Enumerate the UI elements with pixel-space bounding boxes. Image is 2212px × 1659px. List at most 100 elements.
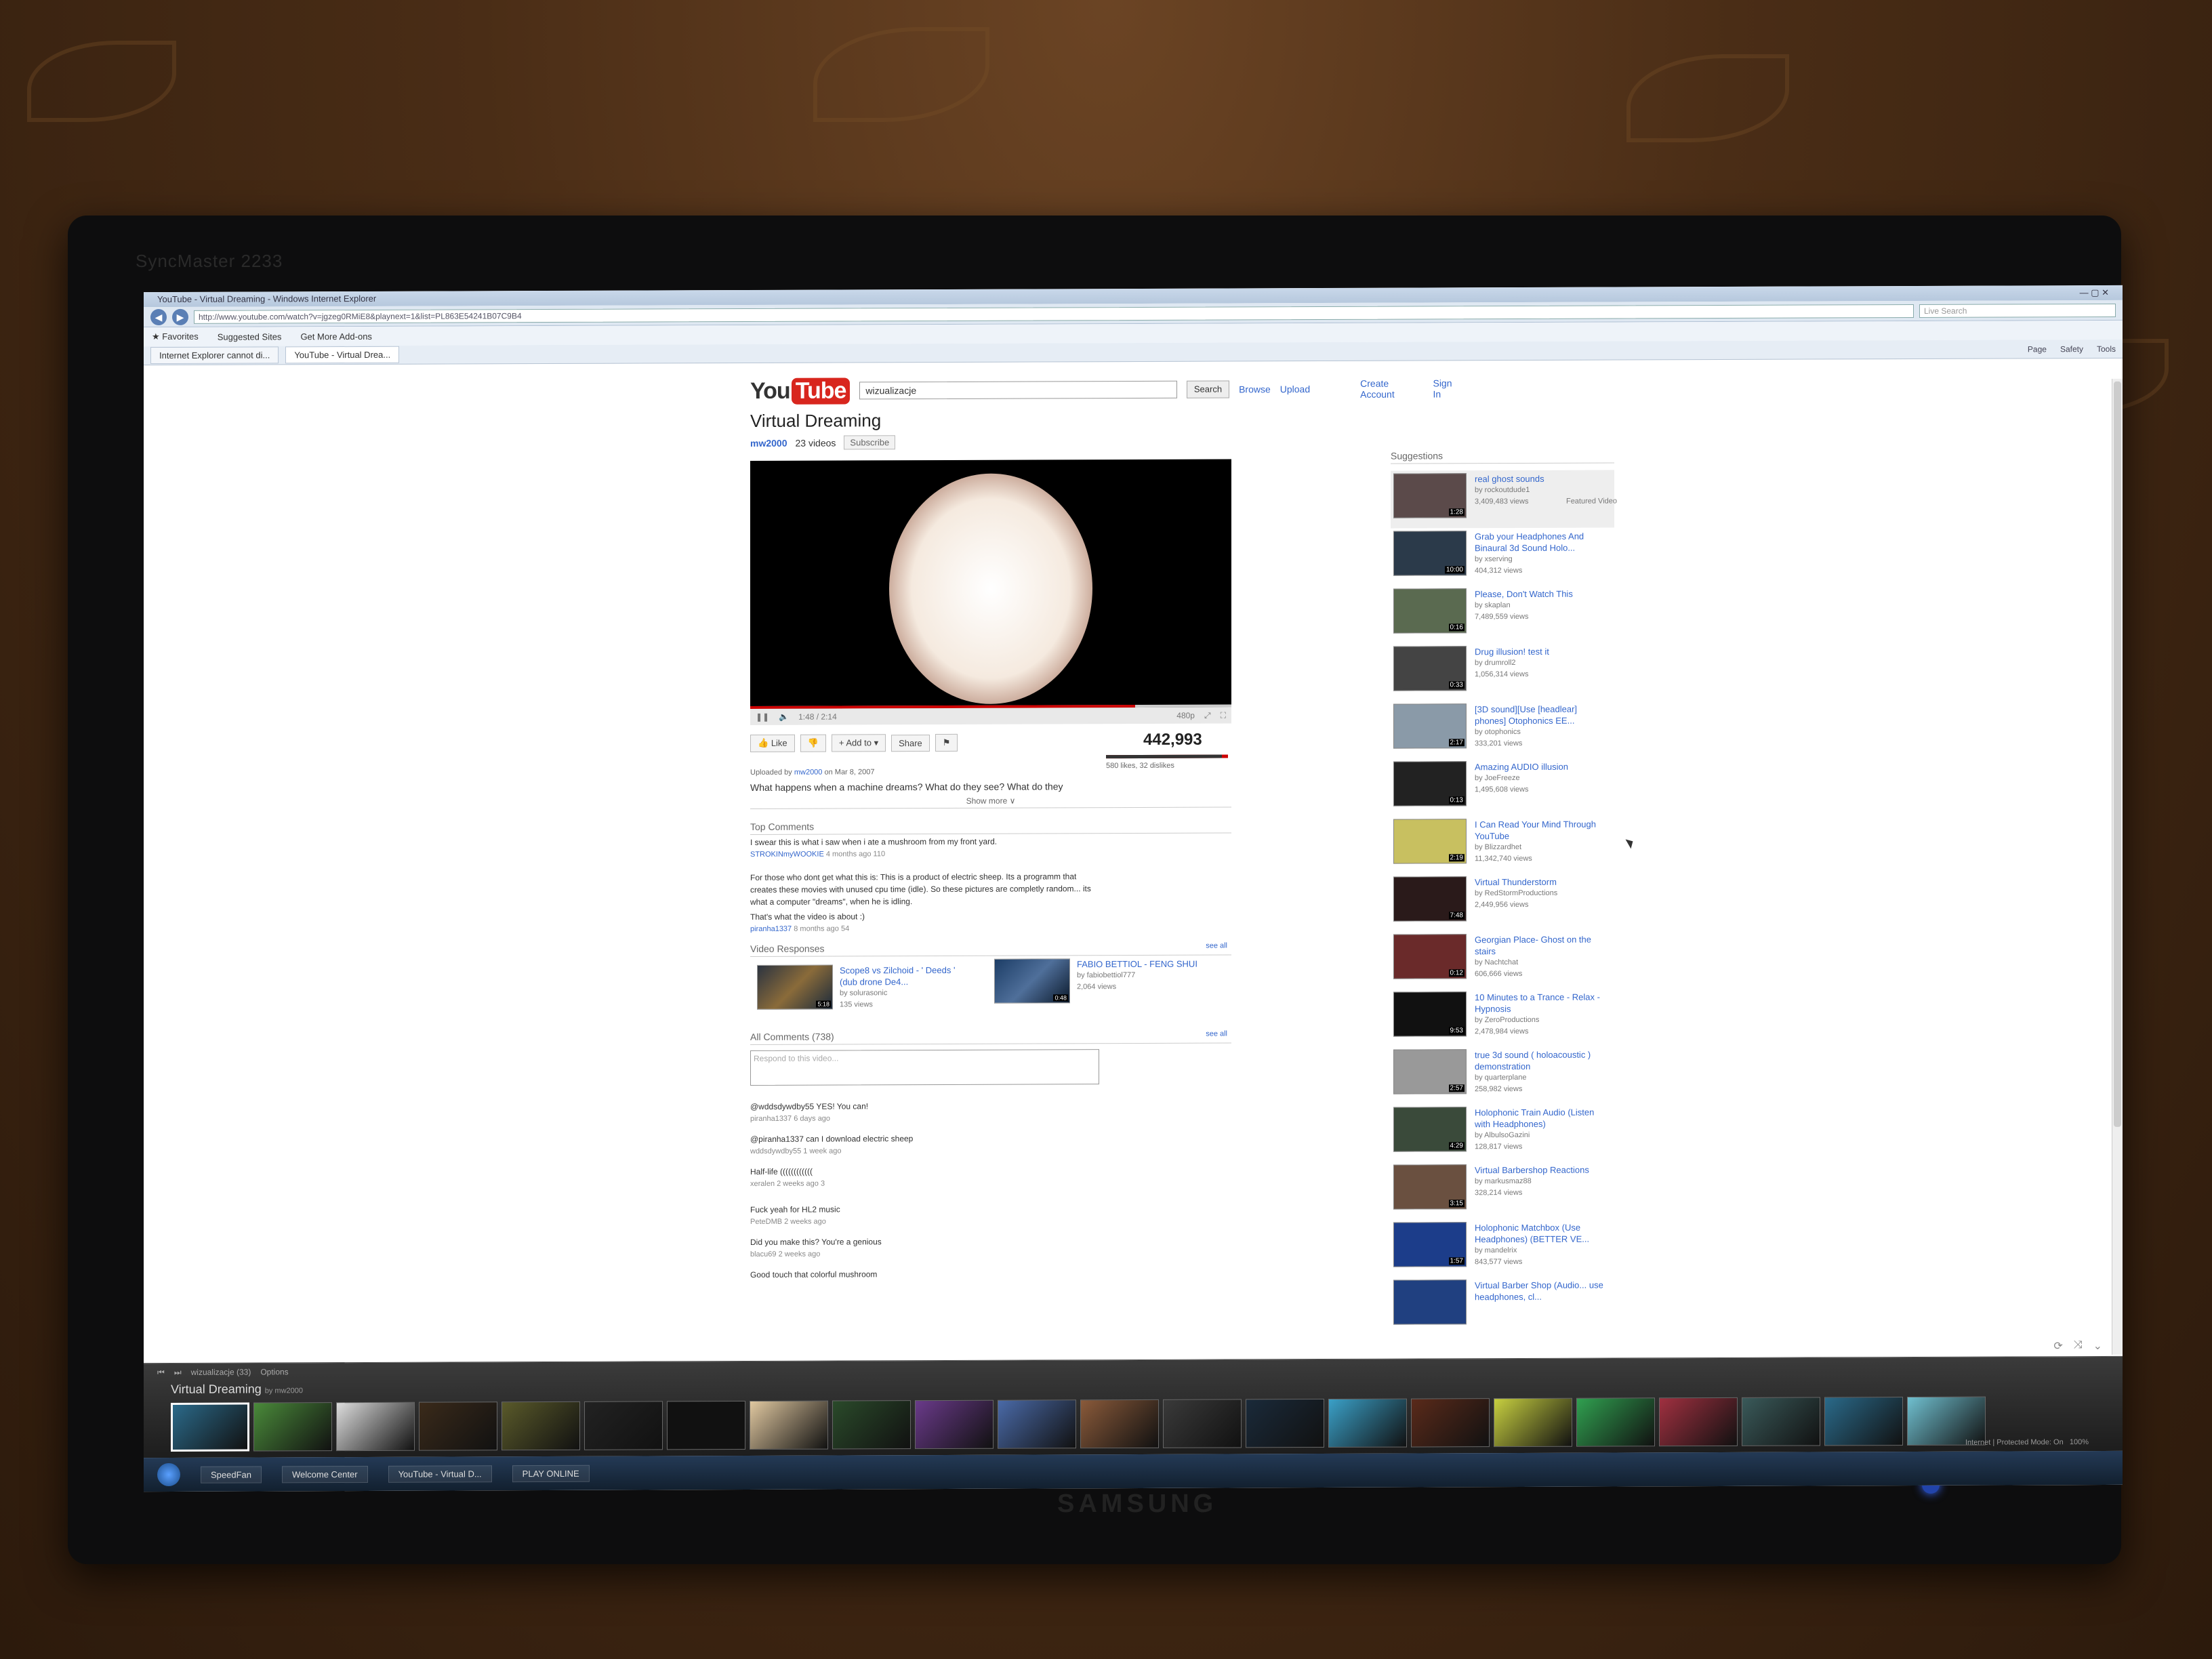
- suggestion-item[interactable]: 0:33 Drug illusion! test it by drumroll2 1,…: [1391, 643, 1614, 701]
- suggestion-thumbnail[interactable]: 2:17: [1393, 703, 1467, 749]
- suggestion-item[interactable]: 7:48 Virtual Thunderstorm by RedStormProdu…: [1391, 874, 1614, 932]
- see-all-responses-link[interactable]: see all: [1206, 942, 1227, 950]
- suggestion-thumbnail[interactable]: 2:19: [1393, 819, 1467, 864]
- search-input[interactable]: wizualizacje: [859, 380, 1177, 400]
- back-icon[interactable]: ◀: [150, 308, 167, 325]
- suggestion-item[interactable]: Virtual Barber Shop (Audio... use headph…: [1391, 1277, 1614, 1335]
- suggestion-title[interactable]: Virtual Barber Shop (Audio... use headph…: [1475, 1279, 1610, 1303]
- suggestion-item[interactable]: 1:57 Holophonic Matchbox (Use Headphones)…: [1391, 1219, 1614, 1277]
- playlist-thumbnail[interactable]: [1328, 1398, 1407, 1448]
- collapse-icon[interactable]: ⌄: [2093, 1339, 2102, 1353]
- suggestion-title[interactable]: Please, Don't Watch This: [1475, 588, 1610, 600]
- playlist-thumbnail[interactable]: [501, 1401, 580, 1451]
- add-to-button[interactable]: + Add to ▾: [831, 734, 886, 752]
- suggestion-title[interactable]: Georgian Place- Ghost on the stairs: [1475, 934, 1610, 958]
- page-menu[interactable]: Page: [2028, 344, 2047, 354]
- suggestion-title[interactable]: [3D sound][Use [headlear] phones] Otopho…: [1475, 703, 1610, 727]
- playlist-thumbnail[interactable]: [998, 1399, 1076, 1449]
- suggestion-item[interactable]: 0:12 Georgian Place- Ghost on the stairs b…: [1391, 931, 1614, 989]
- uploader-link[interactable]: mw2000: [750, 437, 787, 448]
- taskbar-item[interactable]: YouTube - Virtual D...: [388, 1465, 492, 1483]
- next-icon[interactable]: ⏭: [174, 1367, 182, 1377]
- playlist-thumbnail[interactable]: [1824, 1397, 1903, 1446]
- suggestion-item[interactable]: 1:28 real ghost sounds by rockoutdude1 3,40…: [1391, 470, 1617, 529]
- playlist-thumbnail[interactable]: [832, 1400, 911, 1450]
- like-button[interactable]: 👍 Like: [750, 734, 795, 752]
- page-scrollbar[interactable]: [2112, 378, 2123, 1355]
- suggestion-thumbnail[interactable]: 0:13: [1393, 761, 1467, 806]
- playlist-thumbnail[interactable]: [667, 1400, 745, 1450]
- suggestion-title[interactable]: I Can Read Your Mind Through YouTube: [1475, 819, 1610, 842]
- pause-icon[interactable]: ❚❚: [756, 712, 769, 722]
- playlist-thumbnail[interactable]: [336, 1401, 415, 1452]
- tools-menu[interactable]: Tools: [2097, 344, 2116, 353]
- video-count[interactable]: 23 videos: [795, 437, 836, 448]
- create-account-link[interactable]: Create Account: [1360, 378, 1423, 400]
- playlist-thumbnail[interactable]: [1411, 1398, 1490, 1448]
- suggestion-item[interactable]: 2:17 [3D sound][Use [headlear] phones] Ot…: [1391, 701, 1614, 759]
- suggestion-thumbnail[interactable]: 0:12: [1393, 934, 1467, 979]
- suggestion-item[interactable]: 9:53 10 Minutes to a Trance - Relax - Hyp…: [1391, 989, 1614, 1047]
- youtube-logo[interactable]: You Tube: [750, 377, 851, 405]
- window-controls[interactable]: — ▢ ✕: [2080, 287, 2109, 298]
- suggestion-thumbnail[interactable]: 7:48: [1393, 876, 1467, 922]
- upload-link[interactable]: Upload: [1280, 384, 1310, 394]
- playlist-thumbnail[interactable]: [419, 1401, 497, 1451]
- live-search-input[interactable]: Live Search: [1919, 303, 2116, 318]
- video-response-item[interactable]: 0:48 FABIO BETTIOL - FENG SHUI by fabiobe…: [994, 958, 1212, 1004]
- playlist-thumbnail[interactable]: [915, 1399, 994, 1450]
- prev-icon[interactable]: ⏮: [157, 1367, 165, 1377]
- suggestion-title[interactable]: Holophonic Train Audio (Listen with Head…: [1475, 1107, 1610, 1130]
- suggestion-item[interactable]: 0:13 Amazing AUDIO illusion by JoeFreeze 1,…: [1391, 758, 1614, 817]
- playlist-thumbnail[interactable]: [1494, 1397, 1572, 1448]
- playlist-thumbnail[interactable]: [1576, 1397, 1655, 1447]
- scrollbar-thumb[interactable]: [2114, 381, 2121, 1127]
- suggestion-item[interactable]: 4:29 Holophonic Train Audio (Listen with …: [1391, 1104, 1614, 1162]
- suggestion-title[interactable]: 10 Minutes to a Trance - Relax - Hypnosi…: [1475, 991, 1610, 1015]
- suggestion-title[interactable]: true 3d sound ( holoacoustic ) demonstra…: [1475, 1049, 1610, 1073]
- start-orb-icon[interactable]: [157, 1462, 180, 1487]
- taskbar-item[interactable]: Welcome Center: [282, 1465, 368, 1483]
- comment-input[interactable]: Respond to this video...: [750, 1049, 1099, 1086]
- suggestion-title[interactable]: Virtual Thunderstorm: [1475, 876, 1610, 888]
- playlist-thumbnail[interactable]: [171, 1402, 249, 1452]
- suggestion-thumbnail[interactable]: 9:53: [1393, 991, 1467, 1037]
- favorites-button[interactable]: ★ Favorites: [152, 331, 199, 342]
- suggestion-title[interactable]: Grab your Headphones And Binaural 3d Sou…: [1475, 531, 1610, 554]
- playlist-thumbnail[interactable]: [1742, 1397, 1820, 1446]
- suggestion-thumbnail[interactable]: 2:57: [1393, 1049, 1467, 1094]
- shuffle-icon[interactable]: ⤨: [2074, 1339, 2083, 1353]
- suggestion-item[interactable]: 10:00 Grab your Headphones And Binaural 3…: [1391, 528, 1614, 586]
- url-field[interactable]: http://www.youtube.com/watch?v=jgzeg0RMi…: [194, 304, 1914, 324]
- comment-author[interactable]: piranha1337: [750, 925, 792, 933]
- suggested-sites-button[interactable]: Suggested Sites: [218, 331, 282, 342]
- options-button[interactable]: Options: [260, 1367, 288, 1376]
- playlist-thumbnail[interactable]: [253, 1402, 332, 1452]
- video-response-item[interactable]: 5:18 Scope8 vs Zilchoid - ' Deeds ' (dub…: [757, 964, 975, 1011]
- suggestion-title[interactable]: Holophonic Matchbox (Use Headphones) (BE…: [1475, 1222, 1610, 1246]
- suggestion-thumbnail[interactable]: 3:15: [1393, 1164, 1467, 1210]
- see-all-comments-link[interactable]: see all: [1206, 1030, 1227, 1038]
- playlist-thumbnail[interactable]: [584, 1401, 663, 1450]
- suggestion-title[interactable]: Drug illusion! test it: [1475, 646, 1610, 658]
- search-button[interactable]: Search: [1186, 380, 1230, 398]
- comment-author[interactable]: STROKINmyWOOKIE: [750, 851, 824, 859]
- suggestion-thumbnail[interactable]: 4:29: [1393, 1107, 1467, 1152]
- suggestion-title[interactable]: real ghost sounds: [1475, 473, 1610, 485]
- playlist-thumbnail[interactable]: [1246, 1399, 1324, 1448]
- safety-menu[interactable]: Safety: [2060, 344, 2083, 354]
- suggestion-title[interactable]: Amazing AUDIO illusion: [1475, 761, 1610, 773]
- suggestion-item[interactable]: 2:19 I Can Read Your Mind Through YouTube…: [1391, 816, 1614, 874]
- sign-in-link[interactable]: Sign In: [1433, 377, 1462, 399]
- dislike-icon[interactable]: 👎: [800, 734, 826, 752]
- taskbar-item[interactable]: SpeedFan: [201, 1465, 262, 1483]
- uploaded-by-link[interactable]: mw2000: [794, 769, 823, 777]
- suggestion-thumbnail[interactable]: 1:57: [1393, 1222, 1467, 1267]
- suggestion-thumbnail[interactable]: 0:16: [1393, 588, 1467, 634]
- playlist-thumbnail[interactable]: [1163, 1399, 1242, 1448]
- response-thumbnail[interactable]: 0:48: [994, 958, 1070, 1004]
- suggestion-item[interactable]: 2:57 true 3d sound ( holoacoustic ) demon…: [1391, 1046, 1614, 1105]
- tab-youtube[interactable]: YouTube - Virtual Drea...: [285, 346, 400, 364]
- playlist-thumbnail[interactable]: [750, 1400, 828, 1450]
- show-more-link[interactable]: Show more ∨: [750, 795, 1231, 809]
